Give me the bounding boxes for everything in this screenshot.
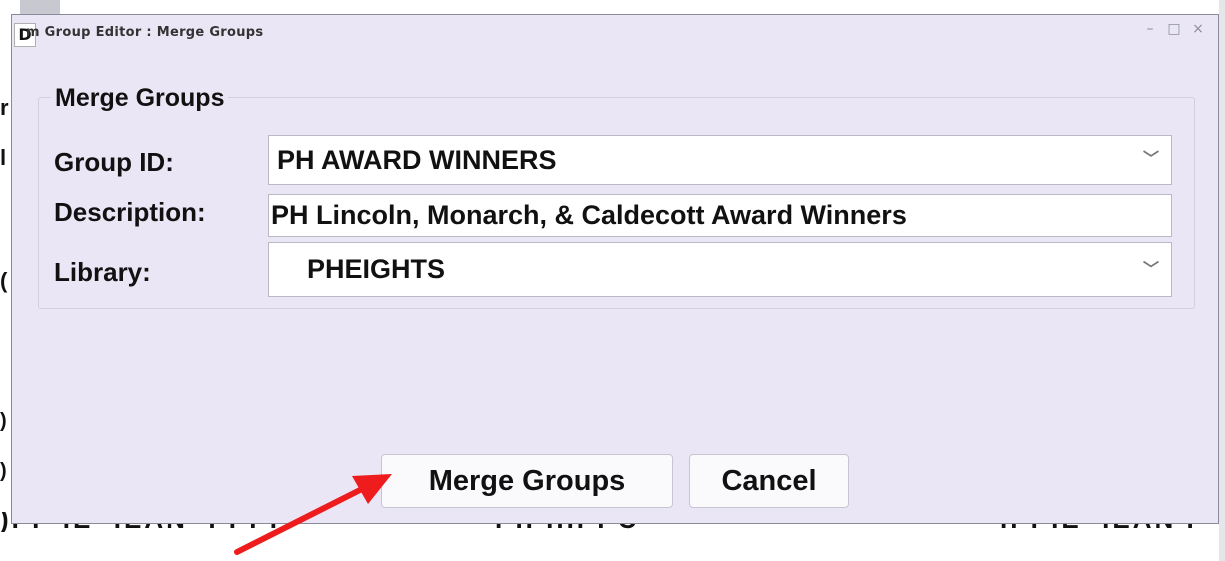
- red-arrow-annotation: [234, 474, 392, 555]
